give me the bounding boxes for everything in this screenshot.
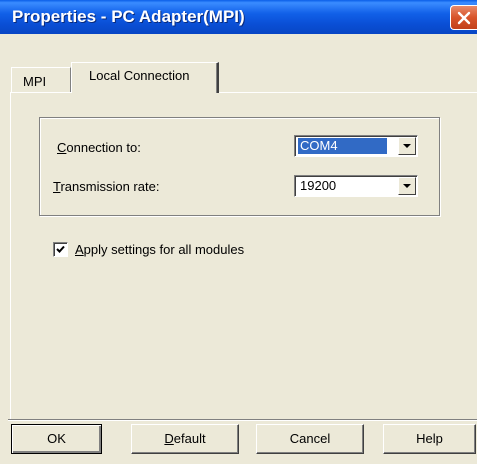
apply-all-checkbox[interactable]: [53, 242, 68, 257]
checkmark-icon: [56, 245, 65, 253]
title-bar[interactable]: Properties - PC Adapter(MPI): [0, 0, 477, 34]
default-button-label: efault: [173, 431, 206, 446]
help-button[interactable]: Help: [383, 424, 476, 454]
close-button[interactable]: [450, 5, 477, 30]
apply-all-access-key: A: [75, 242, 84, 257]
close-icon: [457, 11, 471, 25]
connection-to-select[interactable]: COM4: [294, 135, 418, 157]
default-access-key: D: [164, 431, 174, 446]
transmission-rate-label: Transmission rate:: [53, 179, 159, 194]
footer-separator: [8, 419, 477, 421]
ok-button[interactable]: OK: [11, 424, 102, 454]
default-button[interactable]: Default: [131, 424, 239, 454]
connection-to-label: Connection to:: [57, 140, 141, 155]
apply-all-label[interactable]: Apply settings for all modules: [75, 242, 244, 257]
window-title: Properties - PC Adapter(MPI): [12, 7, 245, 26]
tab-local-connection-label: Local Connection: [89, 68, 190, 83]
connection-group: [39, 117, 440, 216]
transmission-rate-label-text: ransmission rate:: [60, 179, 160, 194]
chevron-down-icon: [403, 184, 411, 188]
connection-to-access-key: C: [57, 140, 67, 155]
apply-all-label-text: pply settings for all modules: [83, 242, 245, 257]
properties-dialog: Properties - PC Adapter(MPI) MPI Local C…: [0, 0, 477, 464]
transmission-rate-select[interactable]: 19200: [294, 175, 418, 197]
tab-mpi-label: MPI: [23, 74, 47, 89]
transmission-rate-dropdown-button[interactable]: [398, 177, 416, 195]
chevron-down-icon: [403, 144, 411, 148]
tab-local-connection[interactable]: Local Connection: [71, 62, 219, 93]
cancel-button[interactable]: Cancel: [256, 424, 364, 454]
tab-mpi[interactable]: MPI: [11, 67, 71, 92]
transmission-rate-value: 19200: [300, 178, 337, 193]
connection-to-value: COM4: [298, 138, 387, 154]
connection-to-label-text: onnection to:: [66, 140, 141, 155]
connection-to-dropdown-button[interactable]: [398, 137, 416, 155]
